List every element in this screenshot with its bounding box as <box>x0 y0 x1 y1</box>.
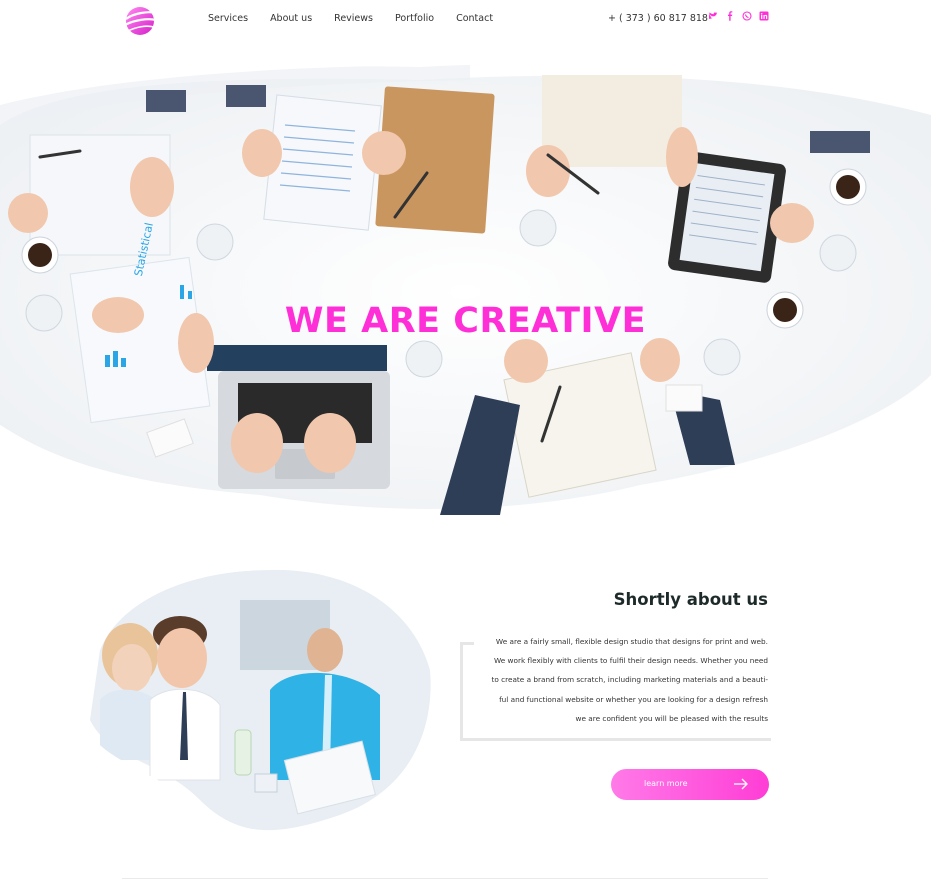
nav-services[interactable]: Services <box>208 13 248 24</box>
linkedin-icon[interactable] <box>759 11 769 21</box>
brand-logo[interactable] <box>122 3 158 39</box>
section-divider <box>122 878 768 879</box>
learn-more-label: learn more <box>644 779 688 788</box>
about-title: Shortly about us <box>613 590 768 609</box>
about-line: to create a brand from scratch, includin… <box>491 675 768 685</box>
hero-title: WE ARE CREATIVE <box>284 301 647 341</box>
nav-contact[interactable]: Contact <box>456 13 493 24</box>
about-description: We are a fairly small, flexible design s… <box>478 632 768 728</box>
about-line: ful and functional website or whether yo… <box>499 694 768 704</box>
arrow-right-icon <box>734 778 748 790</box>
hero-section: Statistical WE ARE CREATIVE <box>0 45 931 535</box>
about-line: we are confident you will be pleased wit… <box>575 713 768 723</box>
top-nav: Services About us Reviews Portfolio Cont… <box>0 0 931 38</box>
facebook-icon[interactable] <box>725 11 735 21</box>
whatsapp-icon[interactable] <box>742 11 752 21</box>
about-line: We are a fairly small, flexible design s… <box>495 637 768 646</box>
about-line: We work flexibly with clients to fulfil … <box>493 656 768 666</box>
nav-portfolio[interactable]: Portfolio <box>395 13 434 24</box>
main-menu: Services About us Reviews Portfolio Cont… <box>208 13 515 24</box>
learn-more-button[interactable]: learn more <box>611 769 769 800</box>
twitter-icon[interactable] <box>708 11 718 21</box>
nav-about-us[interactable]: About us <box>270 13 312 24</box>
team-photo <box>80 560 440 840</box>
hero-image: Statistical <box>0 45 931 535</box>
phone-number[interactable]: + ( 373 ) 60 817 818 <box>608 13 708 24</box>
nav-reviews[interactable]: Reviews <box>334 13 373 24</box>
social-links <box>708 11 769 21</box>
